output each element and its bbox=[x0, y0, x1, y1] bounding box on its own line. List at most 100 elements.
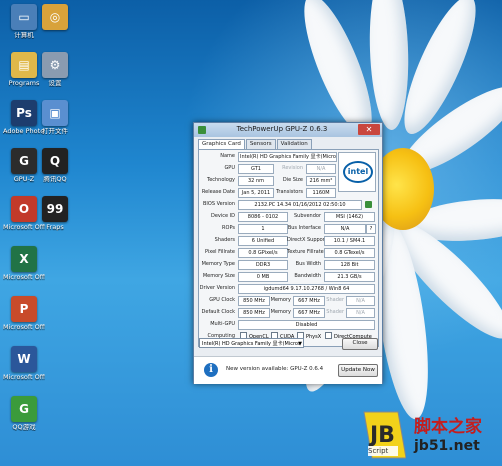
transistors-value: 1160M bbox=[306, 188, 336, 198]
memory-size-value: 0 MB bbox=[238, 272, 288, 282]
update-now-button[interactable]: Update Now bbox=[338, 364, 378, 377]
default-clock-label: Default Clock bbox=[201, 309, 235, 315]
update-notice-text: New version available: GPU-Z 0.6.4 bbox=[226, 366, 324, 372]
memory-type-label: Memory Type bbox=[201, 261, 235, 267]
directx-value: 10.1 / SM4.1 bbox=[324, 236, 375, 246]
shaders-value: 6 Unified bbox=[238, 236, 288, 246]
bus-width-value: 128 Bit bbox=[324, 260, 375, 270]
default-memory-label: Memory bbox=[270, 309, 291, 315]
window-title: TechPowerUp GPU-Z 0.6.3 bbox=[236, 125, 328, 133]
shaders-label: Shaders bbox=[214, 237, 235, 243]
name-label: Name bbox=[220, 153, 235, 159]
info-icon: i bbox=[204, 363, 218, 377]
gpu-clock-label: GPU Clock bbox=[209, 297, 235, 303]
transistors-label: Transistors bbox=[276, 189, 303, 195]
desktop-icon-powerpoint[interactable]: P Microsoft Office Pow bbox=[3, 296, 45, 331]
multi-gpu-label: Multi-GPU bbox=[210, 321, 235, 327]
device-select[interactable]: Intel(R) HD Graphics Family 显卡(Micros ▼ bbox=[199, 338, 304, 348]
svg-text:JB: JB bbox=[368, 423, 395, 448]
bandwidth-value: 21.3 GB/s bbox=[324, 272, 375, 282]
bios-value: 2132.PC 14.34 01/16/2012 02:50:10 bbox=[238, 200, 362, 210]
technology-label: Technology bbox=[206, 177, 235, 183]
word-icon: W bbox=[11, 346, 37, 372]
multi-gpu-value: Disabled bbox=[238, 320, 375, 330]
texture-fillrate-label: Texture Fillrate bbox=[287, 249, 324, 255]
tab-sensors[interactable]: Sensors bbox=[245, 139, 276, 149]
checkbox-icon bbox=[325, 332, 332, 339]
default-shader-value: N/A bbox=[346, 308, 375, 318]
die-size-value: 216 mm² bbox=[306, 176, 336, 186]
watermark-url: jb51.net bbox=[414, 438, 480, 454]
desktop-icon-word[interactable]: W Microsoft Office Wor bbox=[3, 346, 45, 381]
default-clock-value: 850 MHz bbox=[238, 308, 270, 318]
desktop-icon-qq[interactable]: Q 腾讯QQ bbox=[34, 148, 76, 183]
memory-clock-label: Memory bbox=[270, 297, 291, 303]
revision-value: N/A bbox=[306, 164, 336, 174]
shader-clock-label: Shader bbox=[326, 297, 344, 303]
subvendor-value: MSI (1462) bbox=[324, 212, 375, 222]
settings-icon: ⚙ bbox=[42, 52, 68, 78]
rops-label: ROPs bbox=[222, 225, 235, 231]
fraps-icon: 99 bbox=[42, 196, 68, 222]
name-value: Intel(R) HD Graphics Family 显卡(Micro... bbox=[238, 152, 337, 162]
device-select-value: Intel(R) HD Graphics Family 显卡(Micros bbox=[202, 341, 301, 347]
driver-version-value: igdumd64 9.17.10.2768 / Win8 64 bbox=[238, 284, 375, 294]
texture-fillrate-value: 0.8 GTexel/s bbox=[324, 248, 375, 258]
tab-graphics-card[interactable]: Graphics Card bbox=[198, 139, 245, 149]
device-id-value: 8086 - 0102 bbox=[238, 212, 288, 222]
watermark-site-name: 脚本之家 bbox=[414, 417, 482, 437]
update-notice: i New version available: GPU-Z 0.6.4 Upd… bbox=[194, 356, 382, 384]
powerpoint-icon: P bbox=[11, 296, 37, 322]
graphics-card-panel: Name Intel(R) HD Graphics Family 显卡(Micr… bbox=[198, 149, 379, 347]
default-memory-value: 667 MHz bbox=[293, 308, 325, 318]
directx-label: DirectX Support bbox=[287, 237, 327, 243]
die-size-label: Die Size bbox=[282, 177, 303, 183]
bios-save-icon[interactable] bbox=[365, 201, 372, 208]
bus-interface-value: N/A bbox=[324, 224, 366, 234]
close-button[interactable]: Close bbox=[342, 338, 378, 350]
subvendor-label: Subvendor bbox=[293, 213, 321, 219]
desktop-icon-excel[interactable]: X Microsoft Office Exc bbox=[3, 246, 45, 281]
desktop-icon-settings[interactable]: ⚙ 设置 bbox=[34, 52, 76, 87]
gpu-clock-value: 850 MHz bbox=[238, 296, 270, 306]
rops-value: 1 bbox=[238, 224, 288, 234]
revision-label: Revision bbox=[282, 165, 303, 171]
default-shader-label: Shader bbox=[326, 309, 344, 315]
chevron-down-icon: ▼ bbox=[298, 341, 302, 347]
title-bar[interactable]: TechPowerUp GPU-Z 0.6.3 ✕ bbox=[194, 123, 382, 137]
release-date-value: Jan 5, 2011 bbox=[238, 188, 274, 198]
vendor-logo: intel bbox=[338, 152, 376, 192]
file-icon: ▣ bbox=[42, 100, 68, 126]
tab-validation[interactable]: Validation bbox=[276, 139, 312, 149]
window-close-button[interactable]: ✕ bbox=[358, 124, 380, 135]
driver-version-label: Driver Version bbox=[199, 285, 235, 291]
desktop-icon-game[interactable]: ◎ bbox=[34, 4, 76, 32]
release-date-label: Release Date bbox=[201, 189, 235, 195]
qqgame-icon: G bbox=[11, 396, 37, 422]
game-icon: ◎ bbox=[42, 4, 68, 30]
jb51-badge-text: Script bbox=[368, 447, 389, 455]
qq-icon: Q bbox=[42, 148, 68, 174]
shader-clock-value: N/A bbox=[346, 296, 375, 306]
memory-clock-value: 667 MHz bbox=[293, 296, 325, 306]
technology-value: 32 nm bbox=[238, 176, 274, 186]
bus-interface-label: Bus Interface bbox=[287, 225, 321, 231]
tab-bar: Graphics Card Sensors Validation bbox=[198, 139, 313, 149]
excel-icon: X bbox=[11, 246, 37, 272]
pixel-fillrate-value: 0.8 GPixel/s bbox=[238, 248, 288, 258]
memory-type-value: DDR3 bbox=[238, 260, 288, 270]
bios-label: BIOS Version bbox=[203, 201, 235, 207]
memory-size-label: Memory Size bbox=[202, 273, 235, 279]
gpu-value: GT1 bbox=[238, 164, 274, 174]
gpu-label: GPU bbox=[224, 165, 235, 171]
gpuz-window[interactable]: TechPowerUp GPU-Z 0.6.3 ✕ Graphics Card … bbox=[193, 122, 383, 384]
bandwidth-label: Bandwidth bbox=[294, 273, 321, 279]
desktop-icon-fraps[interactable]: 99 Fraps bbox=[34, 196, 76, 231]
desktop-icon-qqgame[interactable]: G QQ游戏 bbox=[3, 396, 45, 431]
bus-width-label: Bus Width bbox=[295, 261, 321, 267]
bus-interface-help-button[interactable]: ? bbox=[366, 224, 376, 234]
desktop-icon-file[interactable]: ▣ 打开文件 bbox=[34, 100, 76, 135]
desktop: ▭ 计算机 ◎ ▤ Programs ⚙ 设置 Ps Adobe Photosh… bbox=[0, 0, 502, 466]
intel-logo-icon: intel bbox=[343, 161, 373, 183]
pixel-fillrate-label: Pixel Fillrate bbox=[205, 249, 235, 255]
